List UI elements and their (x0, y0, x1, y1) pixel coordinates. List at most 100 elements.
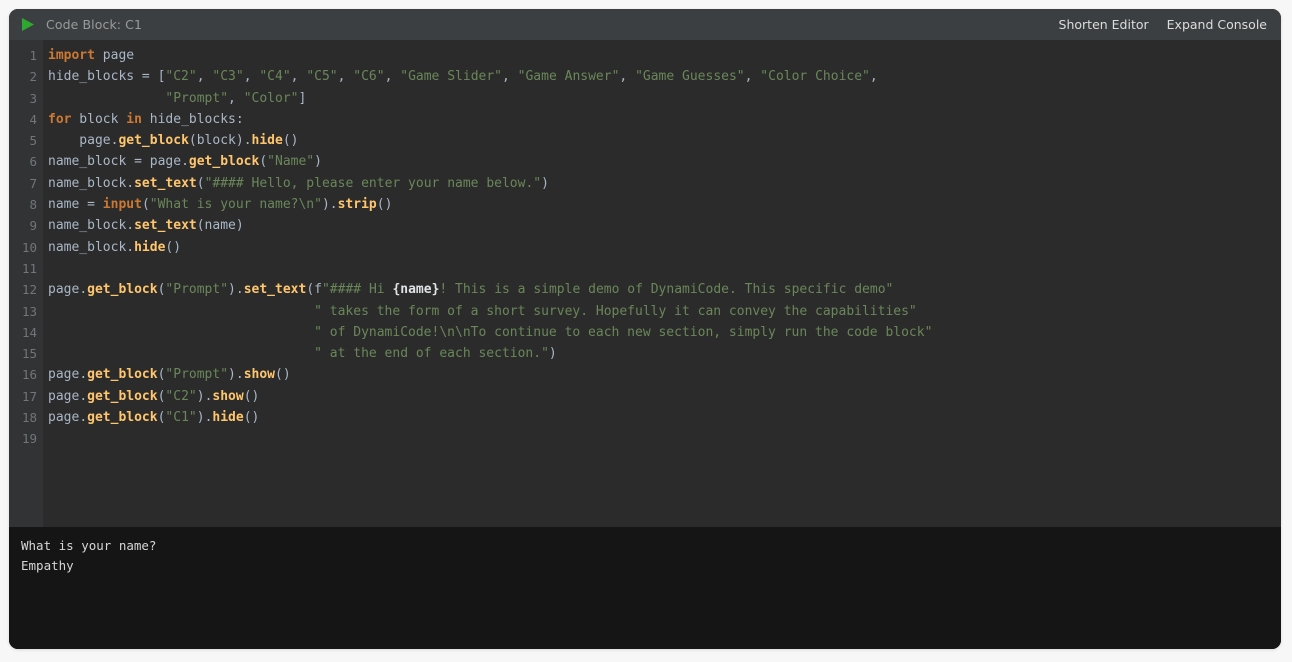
code-block-title: Code Block: C1 (46, 17, 143, 32)
code-line: page.get_block("Prompt").set_text(f"####… (48, 279, 1281, 300)
code-token: for (48, 111, 72, 127)
code-token: "Game Slider" (400, 69, 502, 85)
code-token: "C6" (353, 69, 385, 85)
code-token: page (48, 367, 80, 383)
code-token: . (235, 282, 244, 298)
code-token: block (71, 111, 127, 127)
code-token: , (243, 69, 260, 85)
code-line: " of DynamiCode!\n\nTo continue to each … (48, 322, 1281, 343)
code-line: name_block = page.get_block("Name") (48, 151, 1281, 172)
code-token: ) (321, 197, 330, 213)
code-line: "Prompt", "Color"] (48, 88, 1281, 109)
code-token: . (79, 367, 88, 383)
code-token: " of DynamiCode!\n\nTo continue to each … (314, 324, 933, 340)
line-number: 6 (29, 154, 37, 170)
line-number: 9 (29, 218, 37, 234)
code-token: name_block (48, 175, 127, 191)
code-token: "C3" (212, 69, 244, 85)
code-line: for block in hide_blocks: (48, 109, 1281, 130)
code-token: () (243, 410, 260, 426)
line-number: 17 (21, 388, 37, 404)
code-line: import page (48, 45, 1281, 66)
code-token: hide (134, 239, 166, 255)
code-token: hide (251, 133, 283, 149)
code-token: ] (298, 90, 307, 106)
line-number: 15 (21, 346, 37, 362)
expand-console-button[interactable]: Expand Console (1167, 17, 1267, 32)
code-token: . (235, 367, 244, 383)
shorten-editor-button[interactable]: Shorten Editor (1059, 17, 1149, 32)
code-block-panel: Code Block: C1 Shorten Editor Expand Con… (9, 9, 1281, 649)
code-token: get_block (118, 133, 189, 149)
code-token: "Game Guesses" (635, 69, 745, 85)
code-token: ) (541, 175, 549, 191)
code-token: ( (196, 175, 205, 191)
code-editor[interactable]: 1 2 3 4 5 6 7 8 9 10 11 12 13 14 15 16 17 18 19 import pag… (9, 40, 1281, 527)
line-number: 3 (29, 90, 37, 106)
code-token: import (48, 48, 95, 63)
code-token: get_block (188, 154, 260, 170)
code-token: name_block (48, 218, 127, 234)
console-output[interactable]: What is your name? Empathy (9, 527, 1281, 649)
code-token: , (744, 69, 761, 85)
line-number: 12 (21, 282, 37, 298)
code-token: . (126, 175, 135, 191)
code-token: get_block (87, 367, 158, 383)
line-number-gutter: 1 2 3 4 5 6 7 8 9 10 11 12 13 14 15 16 17 18 19 (9, 40, 43, 527)
code-token: . (79, 282, 88, 298)
code-token: ) (228, 367, 236, 383)
code-token: hide_blocks (48, 69, 135, 85)
code-token: , (290, 69, 307, 85)
code-token: ) (228, 282, 236, 298)
code-token: () (165, 239, 182, 255)
code-token: strip (337, 197, 377, 213)
code-token: ) (314, 154, 322, 170)
code-token: show (243, 367, 276, 383)
code-token: "Prompt" (165, 367, 229, 383)
code-token: ) (196, 410, 205, 426)
code-token: set_text (134, 175, 197, 191)
line-number: 5 (29, 133, 37, 149)
line-number: 18 (21, 410, 37, 426)
code-token: "C5" (306, 69, 338, 85)
code-line: name = input("What is your name?\n").str… (48, 194, 1281, 215)
code-text-area[interactable]: import page hide_blocks = ["C2", "C3", "C… (43, 40, 1281, 527)
code-line: name_block.set_text("#### Hello, please … (48, 173, 1281, 194)
code-line: page.get_block("Prompt").show() (48, 364, 1281, 385)
code-token: page (102, 48, 135, 63)
line-number: 2 (29, 69, 37, 85)
code-token: . (329, 197, 338, 213)
header-actions: Shorten Editor Expand Console (1059, 17, 1267, 32)
code-token: name_block (48, 239, 127, 255)
code-token: , (619, 69, 636, 85)
code-token: "Name" (267, 154, 315, 170)
code-token: get_block (87, 282, 158, 298)
line-number: 14 (21, 324, 37, 340)
code-token: (block) (188, 133, 244, 149)
code-token: set_text (243, 282, 307, 298)
code-token: "#### Hello, please enter your name belo… (204, 175, 542, 191)
code-token: page (48, 133, 111, 149)
code-token: . (181, 154, 189, 170)
line-number: 1 (29, 48, 37, 63)
code-token: , (196, 69, 213, 85)
code-token: . (243, 133, 252, 149)
line-number: 19 (21, 431, 37, 447)
code-token: . (79, 388, 88, 404)
code-token: "Prompt" (165, 90, 229, 106)
line-number: 11 (21, 260, 37, 276)
code-token: "What is your name?\n" (149, 197, 322, 213)
code-line: name_block.hide() (48, 237, 1281, 258)
code-token: get_block (87, 388, 158, 404)
code-token: . (126, 218, 135, 234)
code-token: ( (141, 197, 150, 213)
run-button[interactable] (17, 14, 39, 36)
line-number: 16 (21, 367, 37, 383)
code-token: get_block (87, 410, 158, 426)
